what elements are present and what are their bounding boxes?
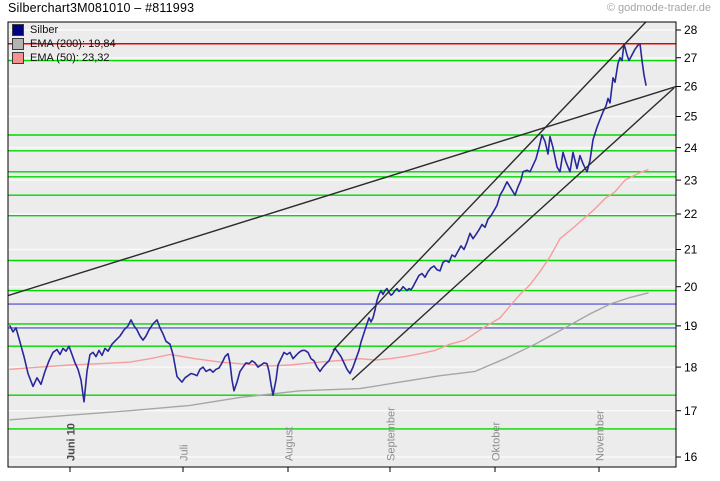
legend-swatch-ema200-icon [12,37,24,50]
legend-item-ema200: EMA (200): 19,84 [12,37,116,50]
y-tick-label: 17 [684,404,698,418]
legend: Silber EMA (200): 19,84 EMA (50): 23,32 [12,23,116,65]
y-tick-label: 23 [684,173,698,187]
legend-item-silber: Silber [12,23,116,36]
month-label: Oktober [491,422,503,461]
y-tick-label: 18 [684,360,698,374]
month-label: November [595,410,607,461]
watermark: © godmode-trader.de [606,2,711,14]
y-tick-label: 19 [684,319,698,333]
legend-label-ema200: EMA (200): 19,84 [30,37,116,50]
legend-swatch-ema50-icon [12,51,24,64]
month-label: Juli [179,444,191,461]
y-tick-label: 26 [684,80,698,94]
y-tick-label: 20 [684,280,698,294]
y-tick-label: 22 [684,207,698,221]
y-tick-label: 25 [684,110,698,124]
page-title: Silberchart3M081010 – #811993 [8,1,195,15]
legend-label-silber: Silber [30,23,59,36]
y-tick-label: 16 [684,450,698,464]
y-tick-label: 24 [684,141,698,155]
plot-background [8,22,676,467]
y-tick-label: 27 [684,51,698,65]
y-tick-label: 28 [684,23,698,37]
price-chart: 16 17 18 19 20 21 22 23 24 25 26 27 28 Juni 10 Juli Aug… [7,21,698,472]
month-label: September [386,407,398,461]
y-tick-label: 21 [684,243,698,257]
legend-label-ema50: EMA (50): 23,32 [30,51,110,64]
month-label: Juni 10 [66,423,78,461]
legend-item-ema50: EMA (50): 23,32 [12,51,116,64]
chart-window: 16 17 18 19 20 21 22 23 24 25 26 27 28 Juni 10 Juli Aug… [0,0,720,481]
legend-swatch-silber-icon [12,23,24,36]
month-label: August [284,427,296,461]
